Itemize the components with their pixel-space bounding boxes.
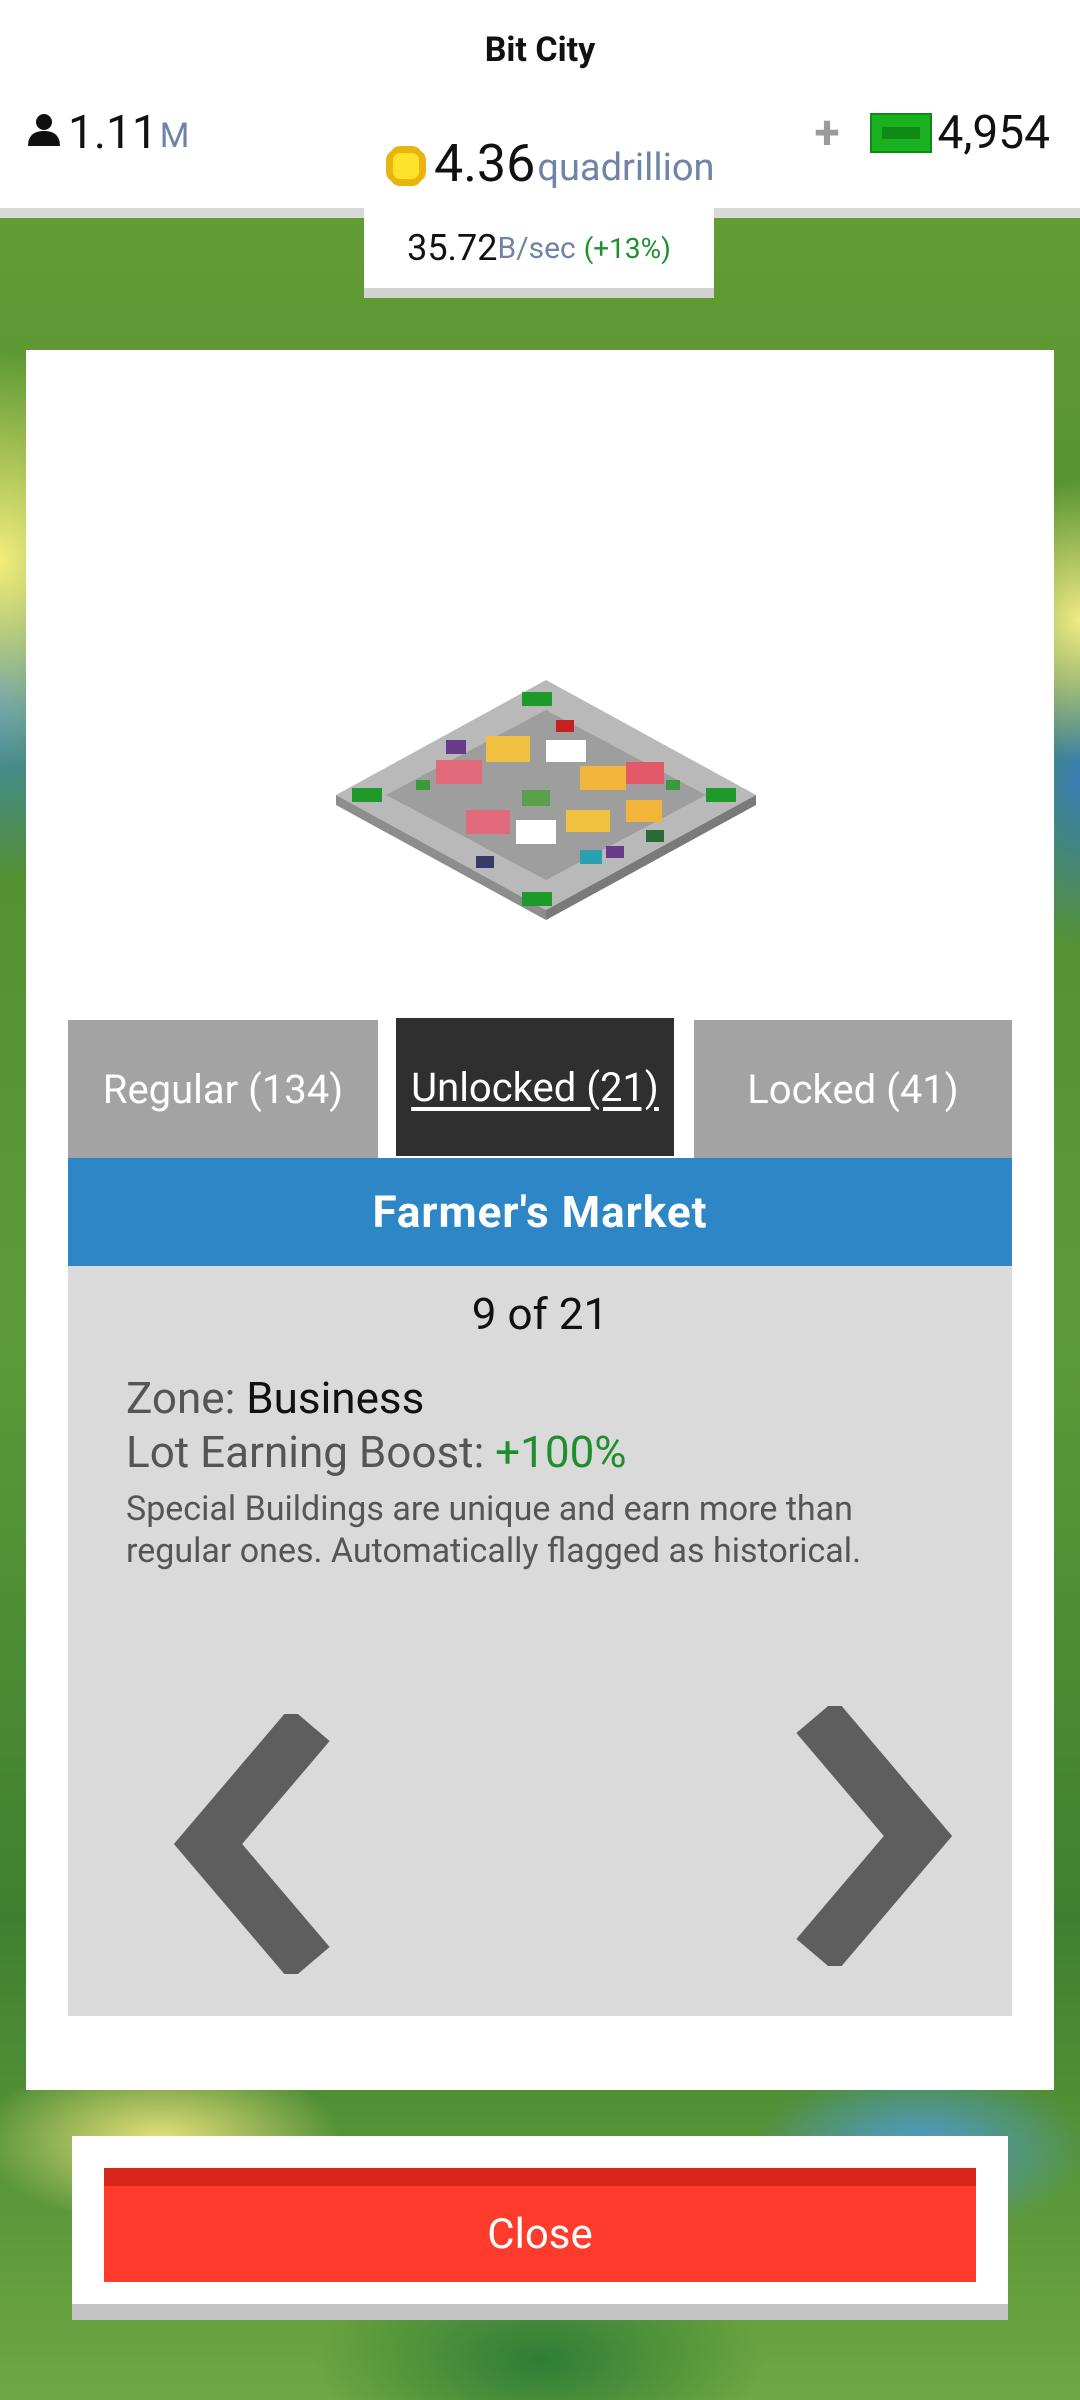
population-value: 1.11	[68, 106, 158, 160]
next-arrow-icon[interactable]	[768, 1706, 968, 1966]
close-button-container: Close	[72, 2136, 1008, 2320]
tab-unlocked[interactable]: Unlocked (21)	[396, 1018, 674, 1156]
tab-regular[interactable]: Regular (134)	[68, 1020, 378, 1158]
building-counter: 9 of 21	[471, 1288, 609, 1340]
lot-earning-boost-row: Lot Earning Boost: +100%	[126, 1426, 627, 1478]
population-unit: M	[159, 116, 190, 156]
cash-stat[interactable]: + 4,954	[814, 108, 1050, 158]
zone-row: Zone: Business	[126, 1372, 424, 1424]
cash-icon	[869, 113, 932, 153]
top-stats-bar: Bit City 1.11 M 4.36 quadrillion + 4,954	[0, 0, 1080, 218]
farmers-market-building-image	[336, 680, 756, 920]
tab-locked[interactable]: Locked (41)	[694, 1020, 1012, 1158]
income-rate-change: (+13%)	[583, 231, 671, 265]
income-rate-box: 35.72 B/sec (+13%)	[364, 208, 714, 298]
income-rate-unit: B/sec	[497, 230, 576, 266]
coins-stat: 4.36 quadrillion	[384, 136, 715, 192]
building-name-banner: Farmer's Market	[68, 1158, 1012, 1266]
close-button[interactable]: Close	[104, 2168, 976, 2282]
boost-value: +100%	[495, 1426, 627, 1478]
boost-label: Lot Earning Boost:	[126, 1426, 496, 1478]
app-title: Bit City	[484, 30, 596, 70]
person-icon	[28, 114, 60, 146]
income-rate-value: 35.72	[407, 227, 498, 269]
coins-unit: quadrillion	[537, 146, 715, 190]
population-stat: 1.11 M	[26, 108, 189, 158]
building-category-tabs: Regular (134) Unlocked (21) Locked (41)	[68, 1008, 1012, 1158]
previous-arrow-icon[interactable]	[158, 1714, 358, 1974]
coins-value: 4.36	[434, 133, 536, 194]
building-detail-card: 9 of 21 Zone: Business Lot Earning Boost…	[68, 1266, 1012, 2016]
coin-icon	[386, 146, 426, 186]
special-buildings-panel: Regular (134) Unlocked (21) Locked (41) …	[26, 350, 1054, 2090]
cash-value: 4,954	[937, 106, 1050, 160]
building-description: Special Buildings are unique and earn mo…	[126, 1489, 862, 1571]
zone-label: Zone:	[126, 1372, 247, 1424]
zone-value: Business	[246, 1372, 425, 1424]
add-cash-plus-icon[interactable]: +	[814, 108, 839, 158]
